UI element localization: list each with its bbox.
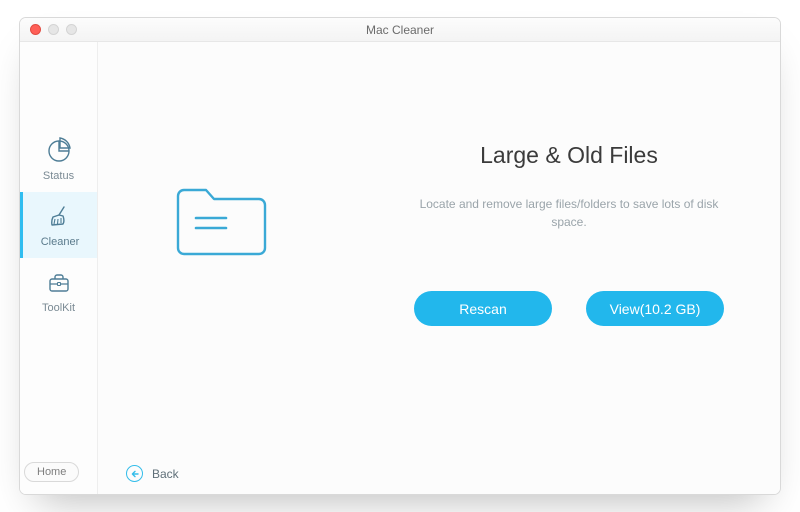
rescan-button-label: Rescan (459, 301, 506, 317)
main-panel: Large & Old Files Locate and remove larg… (98, 42, 780, 494)
page-description: Locate and remove large files/folders to… (409, 195, 729, 231)
pie-chart-icon (45, 137, 73, 165)
home-button[interactable]: Home (24, 462, 79, 482)
page-heading: Large & Old Files (398, 142, 740, 169)
sidebar-item-label: ToolKit (42, 302, 75, 314)
sidebar: Status Cleaner (20, 42, 98, 494)
window-title: Mac Cleaner (20, 23, 780, 37)
close-window-button[interactable] (30, 24, 41, 35)
back-button-label: Back (152, 467, 179, 481)
window-body: Status Cleaner (20, 42, 780, 494)
action-buttons: Rescan View(10.2 GB) (398, 291, 740, 326)
sidebar-item-label: Cleaner (41, 236, 80, 248)
view-button-label: View(10.2 GB) (610, 301, 701, 317)
titlebar: Mac Cleaner (20, 18, 780, 42)
app-window: Mac Cleaner Status (19, 17, 781, 495)
window-controls (20, 24, 77, 35)
sidebar-item-toolkit[interactable]: ToolKit (20, 258, 97, 324)
folder-icon (174, 182, 269, 265)
sidebar-item-cleaner[interactable]: Cleaner (20, 192, 97, 258)
briefcase-icon (45, 269, 73, 297)
broom-icon (46, 203, 74, 231)
content-area: Large & Old Files Locate and remove larg… (398, 142, 740, 326)
home-button-label: Home (37, 466, 66, 478)
zoom-window-button[interactable] (66, 24, 77, 35)
sidebar-item-label: Status (43, 170, 74, 182)
rescan-button[interactable]: Rescan (414, 291, 552, 326)
minimize-window-button[interactable] (48, 24, 59, 35)
sidebar-item-status[interactable]: Status (20, 126, 97, 192)
view-button[interactable]: View(10.2 GB) (586, 291, 724, 326)
back-arrow-icon (126, 465, 143, 482)
back-button[interactable]: Back (126, 465, 179, 482)
